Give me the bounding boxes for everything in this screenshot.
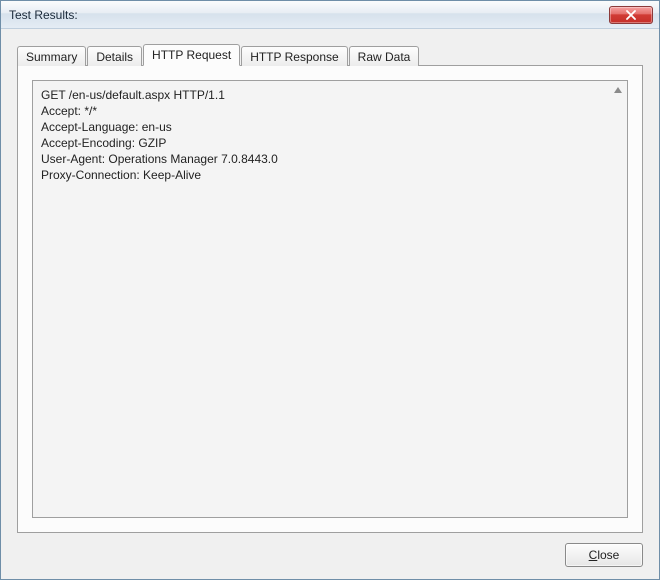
tab-raw-data[interactable]: Raw Data [349, 46, 420, 66]
tab-label: Details [96, 50, 133, 64]
titlebar[interactable]: Test Results: [1, 1, 659, 29]
window-close-button[interactable] [609, 6, 653, 24]
dialog-footer: Close [17, 533, 643, 567]
tabpanel: GET /en-us/default.aspx HTTP/1.1 Accept:… [17, 65, 643, 533]
client-area: Summary Details HTTP Request HTTP Respon… [1, 29, 659, 579]
scroll-up-icon[interactable] [613, 85, 623, 95]
close-button[interactable]: Close [565, 543, 643, 567]
tab-label: HTTP Request [152, 48, 231, 62]
tab-http-response[interactable]: HTTP Response [241, 46, 347, 66]
tab-label: HTTP Response [250, 50, 338, 64]
http-request-text: GET /en-us/default.aspx HTTP/1.1 Accept:… [41, 87, 619, 183]
tab-details[interactable]: Details [87, 46, 142, 66]
tab-label: Raw Data [358, 50, 411, 64]
dialog-window: Test Results: Summary Details HTTP Reque… [0, 0, 660, 580]
tabstrip: Summary Details HTTP Request HTTP Respon… [17, 43, 643, 65]
http-request-content[interactable]: GET /en-us/default.aspx HTTP/1.1 Accept:… [32, 80, 628, 518]
tab-label: Summary [26, 50, 77, 64]
close-button-rest: lose [597, 548, 619, 562]
window-title: Test Results: [9, 8, 609, 22]
tab-http-request[interactable]: HTTP Request [143, 44, 240, 66]
close-icon [625, 10, 637, 20]
tab-summary[interactable]: Summary [17, 46, 86, 66]
